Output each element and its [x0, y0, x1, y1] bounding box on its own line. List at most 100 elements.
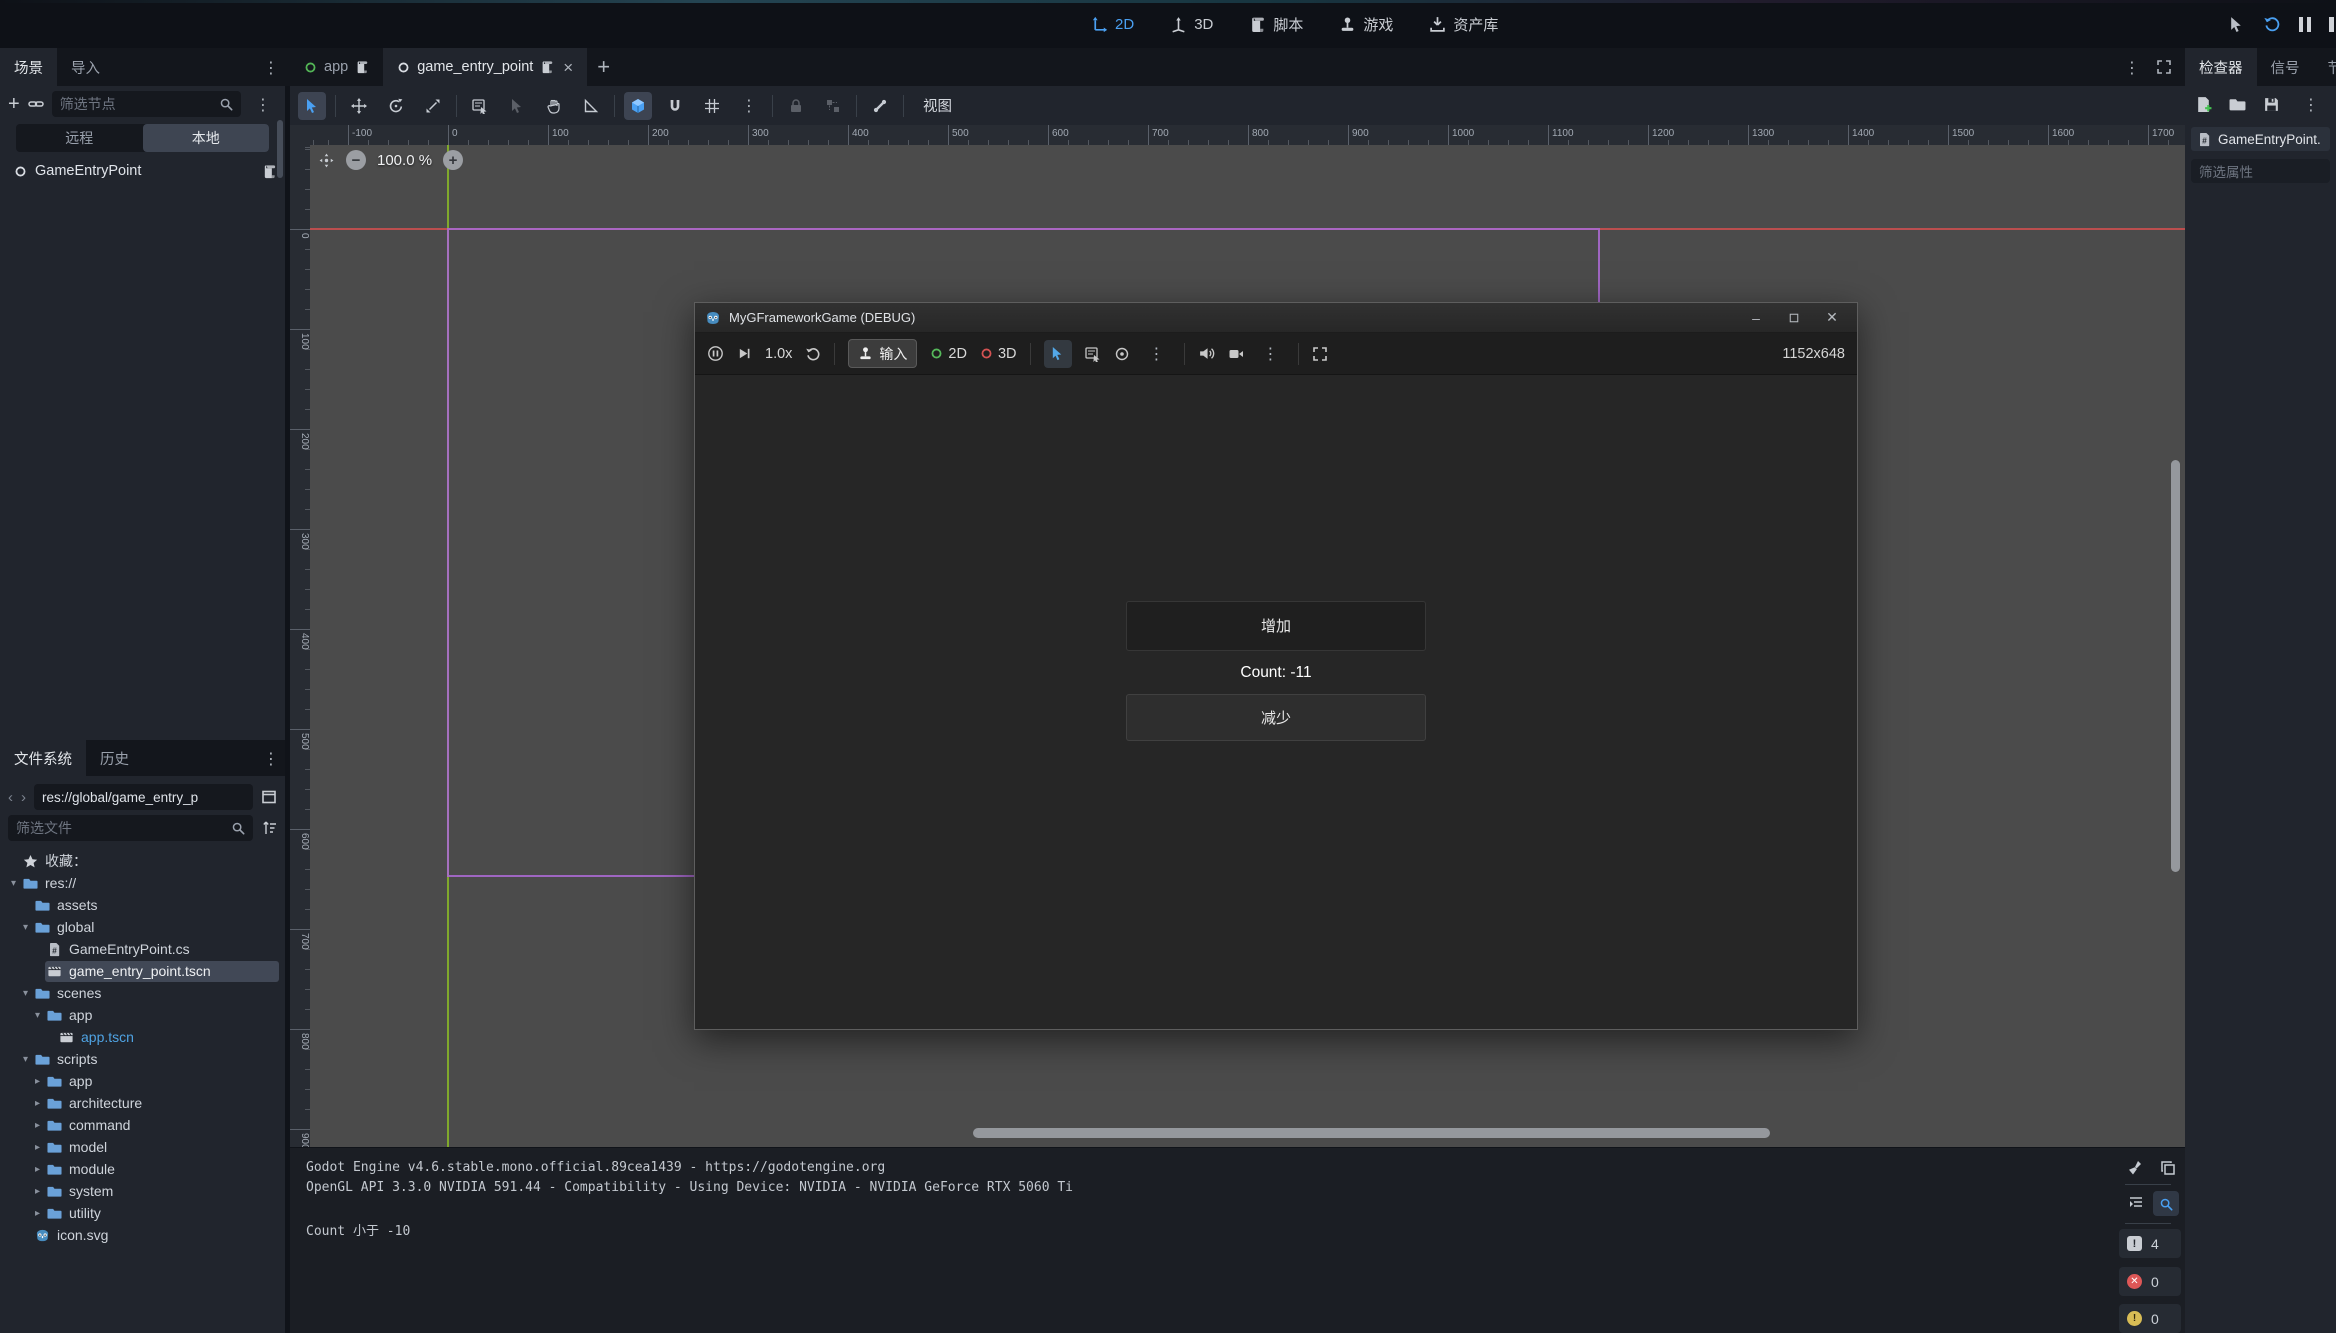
tree-row[interactable]: ▾ scenes [0, 982, 285, 1004]
tree-expand-arrow[interactable]: ▾ [18, 988, 33, 999]
current-path-field[interactable]: res://global/game_entry_p [34, 784, 253, 810]
new-scene-tab-button[interactable]: + [587, 49, 620, 85]
warnings-filter-badge[interactable]: ! 0 [2119, 1304, 2181, 1333]
smart-snap-toggle[interactable] [624, 92, 652, 120]
restart-game-button[interactable] [2263, 15, 2281, 33]
tree-row[interactable]: ▾ app [0, 1004, 285, 1026]
tree-row[interactable]: ▸ system [0, 1180, 285, 1202]
move-tool-button[interactable] [345, 92, 373, 120]
save-resource-icon[interactable] [2263, 96, 2280, 113]
split-mode-icon[interactable] [261, 789, 277, 805]
tree-expand-arrow[interactable]: ▾ [6, 878, 21, 889]
tree-expand-arrow[interactable]: ▸ [30, 1186, 45, 1197]
dock-tab-inspector[interactable]: 检查器 [2185, 48, 2257, 86]
canvas-vscrollbar[interactable] [2171, 460, 2180, 872]
canvas-hscrollbar[interactable] [973, 1128, 1770, 1138]
camera-override-button[interactable] [1114, 346, 1130, 362]
dock-tab-scene[interactable]: 场景 [0, 48, 57, 86]
increase-button[interactable]: 增加 [1126, 601, 1426, 651]
tree-row[interactable]: ▸ architecture [0, 1092, 285, 1114]
dock-tab-import[interactable]: 导入 [57, 48, 114, 86]
tree-row[interactable]: GameEntryPoint.cs [0, 938, 285, 960]
edited-resource-row[interactable]: GameEntryPoint. [2191, 127, 2330, 151]
tree-expand-arrow[interactable]: ▸ [30, 1076, 45, 1087]
close-tab-icon[interactable]: × [563, 59, 573, 76]
grid-snap-toggle[interactable] [698, 92, 726, 120]
window-close-button[interactable]: ✕ [1817, 306, 1847, 330]
local-tab[interactable]: 本地 [143, 124, 270, 152]
rotate-tool-button[interactable] [382, 92, 410, 120]
zoom-in-button[interactable]: + [443, 150, 463, 170]
game-list-select-button[interactable] [1085, 346, 1101, 362]
center-view-icon[interactable] [318, 152, 335, 169]
list-select-button[interactable] [466, 92, 494, 120]
remote-tab[interactable]: 远程 [16, 124, 143, 152]
snap-options-menu-icon[interactable]: ⋮ [735, 96, 763, 115]
menubar-menu-item[interactable] [54, 0, 80, 48]
workspace-tab-game[interactable]: 游戏 [1333, 0, 1399, 48]
script-icon[interactable] [540, 60, 554, 74]
messages-filter-badge[interactable]: ! 4 [2119, 1229, 2181, 1258]
next-frame-button[interactable] [737, 346, 752, 361]
new-resource-icon[interactable] [2195, 96, 2212, 113]
menubar-menu-item[interactable] [106, 0, 132, 48]
filesystem-tabs-menu-icon[interactable]: ⋮ [257, 749, 285, 768]
scene-dock-scrollbar[interactable] [277, 120, 283, 178]
tree-row[interactable]: app.tscn [0, 1026, 285, 1048]
clear-output-button[interactable] [2128, 1160, 2144, 1176]
instance-scene-icon[interactable] [28, 96, 44, 112]
dock-tab-partial[interactable]: 节点 [2314, 48, 2336, 86]
tree-row[interactable]: ▾ global [0, 916, 285, 938]
scene-tabs-menu-icon[interactable]: ⋮ [2118, 58, 2146, 77]
skeleton-options-button[interactable] [866, 92, 894, 120]
canvas-2d[interactable]: − 100.0 % + MyGFrameworkGame (DEBUG) – ✕… [310, 145, 2185, 1147]
game-options-menu-icon[interactable]: ⋮ [1257, 344, 1285, 363]
view-menu-button[interactable]: 视图 [913, 95, 962, 116]
tree-expand-arrow[interactable]: ▸ [30, 1164, 45, 1175]
tree-expand-arrow[interactable]: ▾ [18, 1054, 33, 1065]
add-node-button[interactable]: + [8, 94, 20, 114]
game-speed-label[interactable]: 1.0x [765, 346, 792, 362]
tree-expand-arrow[interactable]: ▸ [30, 1098, 45, 1109]
game-pause-button[interactable] [707, 345, 724, 362]
dock-tab-history[interactable]: 历史 [86, 740, 143, 776]
menubar-menu-item[interactable] [2, 0, 28, 48]
dock-tab-filesystem[interactable]: 文件系统 [0, 740, 86, 776]
tree-expand-arrow[interactable]: ▾ [18, 922, 33, 933]
reset-speed-button[interactable] [805, 346, 821, 362]
scene-dock-menu-icon[interactable]: ⋮ [249, 95, 277, 114]
zoom-out-button[interactable]: − [346, 150, 366, 170]
window-maximize-button[interactable] [1779, 306, 1809, 330]
tree-expand-arrow[interactable]: ▸ [30, 1208, 45, 1219]
editor-cursor-icon[interactable] [2228, 16, 2245, 33]
camera-options-button[interactable] [1228, 346, 1244, 362]
mode-2d-toggle[interactable]: 2D [930, 346, 967, 362]
group-object-button[interactable] [819, 92, 847, 120]
game-window-titlebar[interactable]: MyGFrameworkGame (DEBUG) – ✕ [695, 303, 1857, 333]
tree-row[interactable]: ▸ utility [0, 1202, 285, 1224]
tree-row[interactable]: ▸ model [0, 1136, 285, 1158]
filter-properties-input[interactable]: 筛选属性 [2191, 159, 2330, 183]
filter-nodes-input[interactable]: 筛选节点 [52, 91, 241, 117]
inspector-menu-icon[interactable]: ⋮ [2297, 95, 2325, 114]
tree-row[interactable]: game_entry_point.tscn [0, 960, 285, 982]
tree-row[interactable]: icon.svg [0, 1224, 285, 1246]
scene-tab-app[interactable]: app [290, 48, 383, 86]
tree-row[interactable]: ▾ scripts [0, 1048, 285, 1070]
menubar-menu-item[interactable] [28, 0, 54, 48]
tree-expand-arrow[interactable]: ▾ [30, 1010, 45, 1021]
stop-button-partial[interactable] [2329, 17, 2334, 32]
workspace-tab-assetlib[interactable]: 资产库 [1423, 0, 1504, 48]
game-select-mode-button[interactable] [1044, 340, 1072, 368]
load-resource-icon[interactable] [2229, 96, 2246, 113]
tree-row[interactable]: ▸ command [0, 1114, 285, 1136]
history-forward-button[interactable]: › [21, 789, 26, 806]
snap-magnet-toggle[interactable] [661, 92, 689, 120]
workspace-tab-2d[interactable]: 2D [1085, 0, 1140, 48]
pan-tool-button[interactable] [540, 92, 568, 120]
scene-tree-root-row[interactable]: GameEntryPoint [0, 158, 285, 184]
history-back-button[interactable]: ‹ [8, 789, 13, 806]
tree-expand-arrow[interactable]: ▸ [30, 1120, 45, 1131]
collapse-output-button[interactable] [2128, 1195, 2144, 1211]
workspace-tab-script[interactable]: 脚本 [1243, 0, 1309, 48]
